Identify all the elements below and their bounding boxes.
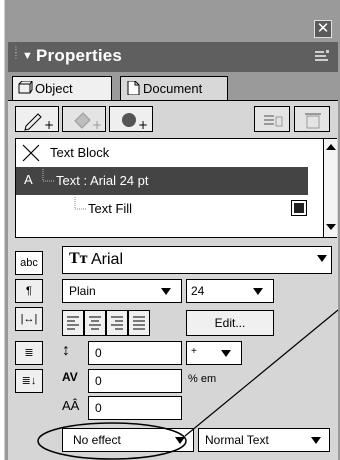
callout-annotation	[37, 309, 339, 460]
